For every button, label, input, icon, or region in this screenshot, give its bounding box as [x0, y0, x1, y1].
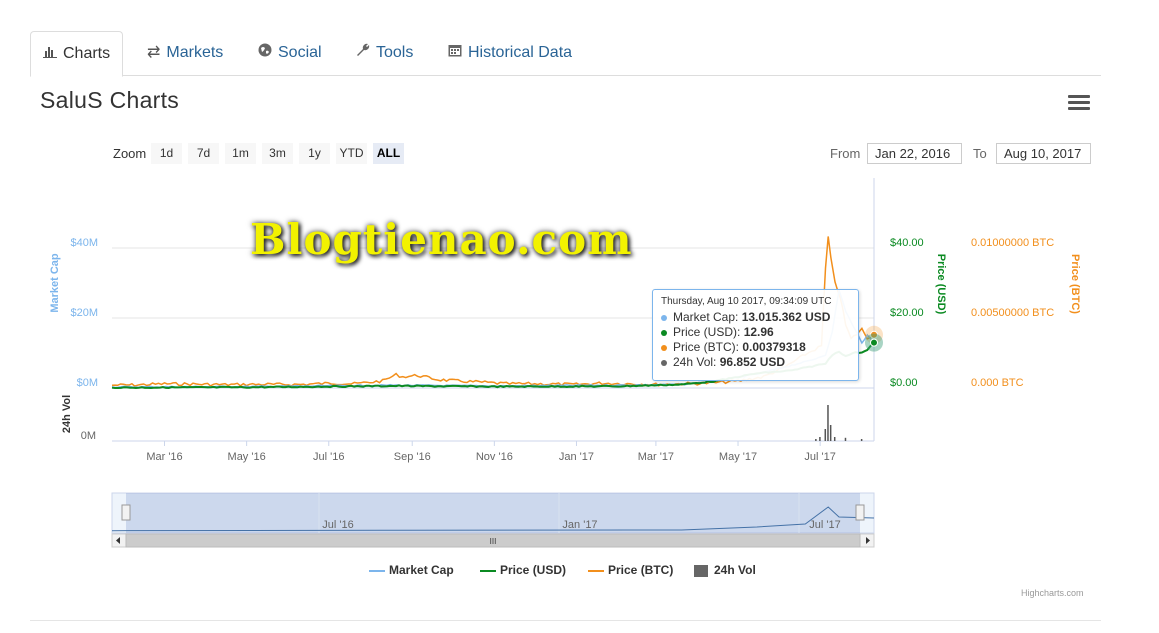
price-btc-line-icon	[588, 569, 604, 572]
tooltip-row-volume: 24h Vol: 96.852 USD	[661, 355, 850, 370]
navigator-handle-right	[855, 504, 865, 521]
tooltip-value: 12.96	[743, 325, 774, 339]
x-tick-label: Jul '16	[313, 451, 344, 463]
volume-bar	[860, 439, 863, 441]
x-tick-label: Mar '17	[638, 451, 674, 463]
volume-bar	[827, 405, 829, 441]
y-tick-usd-40: $40.00	[890, 237, 924, 249]
navigator-label-jul17: Jul '17	[809, 519, 840, 531]
legend-label: Market Cap	[389, 563, 454, 577]
y-axis-title-price-usd: Price (USD)	[935, 254, 947, 315]
price-usd-line-icon	[480, 569, 496, 572]
y-axis-title-volume: 24h Vol	[61, 395, 73, 433]
tooltip-value: 96.852 USD	[719, 355, 786, 369]
y-tick-market-cap-0: $0M	[77, 377, 98, 389]
y-tick-btc-high: 0.01000000 BTC	[971, 237, 1054, 249]
tooltip-header: Thursday, Aug 10 2017, 09:34:09 UTC	[661, 296, 832, 307]
y-tick-btc-mid: 0.00500000 BTC	[971, 307, 1054, 319]
volume-dot-icon	[661, 359, 667, 366]
volume-bar	[819, 437, 821, 441]
legend-item-volume[interactable]: 24h Vol	[694, 563, 756, 577]
x-tick-label: Mar '16	[146, 451, 182, 463]
x-tick-label: Jan '17	[559, 451, 594, 463]
x-tick-label: May '16	[228, 451, 266, 463]
legend-item-price-btc[interactable]: Price (BTC)	[588, 563, 673, 577]
tooltip-value: 13.015.362 USD	[741, 310, 831, 324]
scrollbar-grip: III	[490, 537, 497, 546]
tooltip-label: Price (USD):	[673, 325, 741, 339]
navigator-label-jan17: Jan '17	[562, 519, 597, 531]
market-cap-line-icon	[369, 569, 385, 572]
x-tick-label: Sep '16	[394, 451, 431, 463]
y-tick-volume-0: 0M	[81, 430, 96, 442]
y-axis-title-market-cap: Market Cap	[49, 253, 61, 313]
y-axis-title-price-btc: Price (BTC)	[1069, 254, 1081, 314]
volume-bar	[844, 437, 847, 441]
x-tick-label: Jul '17	[804, 451, 835, 463]
hover-point	[870, 338, 878, 347]
y-tick-btc-zero: 0.000 BTC	[971, 377, 1024, 389]
legend-item-price-usd[interactable]: Price (USD)	[480, 563, 566, 577]
price-chart[interactable]: Mar '16 May '16 Jul '16 Sep '16 Nov '16 Jan '…	[0, 0, 1159, 633]
volume-bar	[815, 439, 817, 441]
y-tick-market-cap-20: $20M	[70, 307, 98, 319]
volume-bar-icon	[694, 564, 708, 577]
legend-label: 24h Vol	[714, 563, 756, 577]
x-tick-label: Nov '16	[476, 451, 513, 463]
tooltip-row-price-btc: Price (BTC): 0.00379318	[661, 340, 850, 355]
y-tick-usd-20: $20.00	[890, 307, 924, 319]
market-cap-dot-icon	[661, 314, 667, 321]
divider	[30, 620, 1101, 621]
legend-label: Price (USD)	[500, 563, 567, 577]
navigator-label-jul16: Jul '16	[322, 519, 353, 531]
x-axis-ticks: Mar '16 May '16 Jul '16 Sep '16 Nov '16 Jan '…	[146, 441, 836, 463]
highcharts-credit[interactable]: Highcharts.com	[1021, 588, 1084, 598]
tooltip-row-market-cap: Market Cap: 13.015.362 USD	[661, 310, 850, 325]
chart-tooltip: Thursday, Aug 10 2017, 09:34:09 UTC Mark…	[652, 289, 859, 381]
navigator-handle-left	[121, 504, 131, 521]
tooltip-label: 24h Vol:	[673, 355, 717, 369]
tooltip-label: Price (BTC):	[673, 340, 739, 354]
volume-bar	[833, 437, 836, 441]
legend-label: Price (BTC)	[608, 563, 674, 577]
volume-bar	[824, 429, 827, 441]
volume-bar	[829, 425, 832, 441]
legend-item-market-cap[interactable]: Market Cap	[369, 563, 454, 577]
tooltip-value: 0.00379318	[742, 340, 806, 354]
y-tick-market-cap-40: $40M	[70, 237, 98, 249]
x-tick-label: May '17	[719, 451, 757, 463]
price-btc-dot-icon	[661, 344, 667, 351]
price-usd-dot-icon	[661, 329, 667, 336]
tooltip-label: Market Cap:	[673, 310, 739, 324]
y-tick-usd-0: $0.00	[890, 377, 918, 389]
tooltip-row-price-usd: Price (USD): 12.96	[661, 325, 850, 340]
watermark-text: Blogtienao.com	[250, 215, 633, 264]
